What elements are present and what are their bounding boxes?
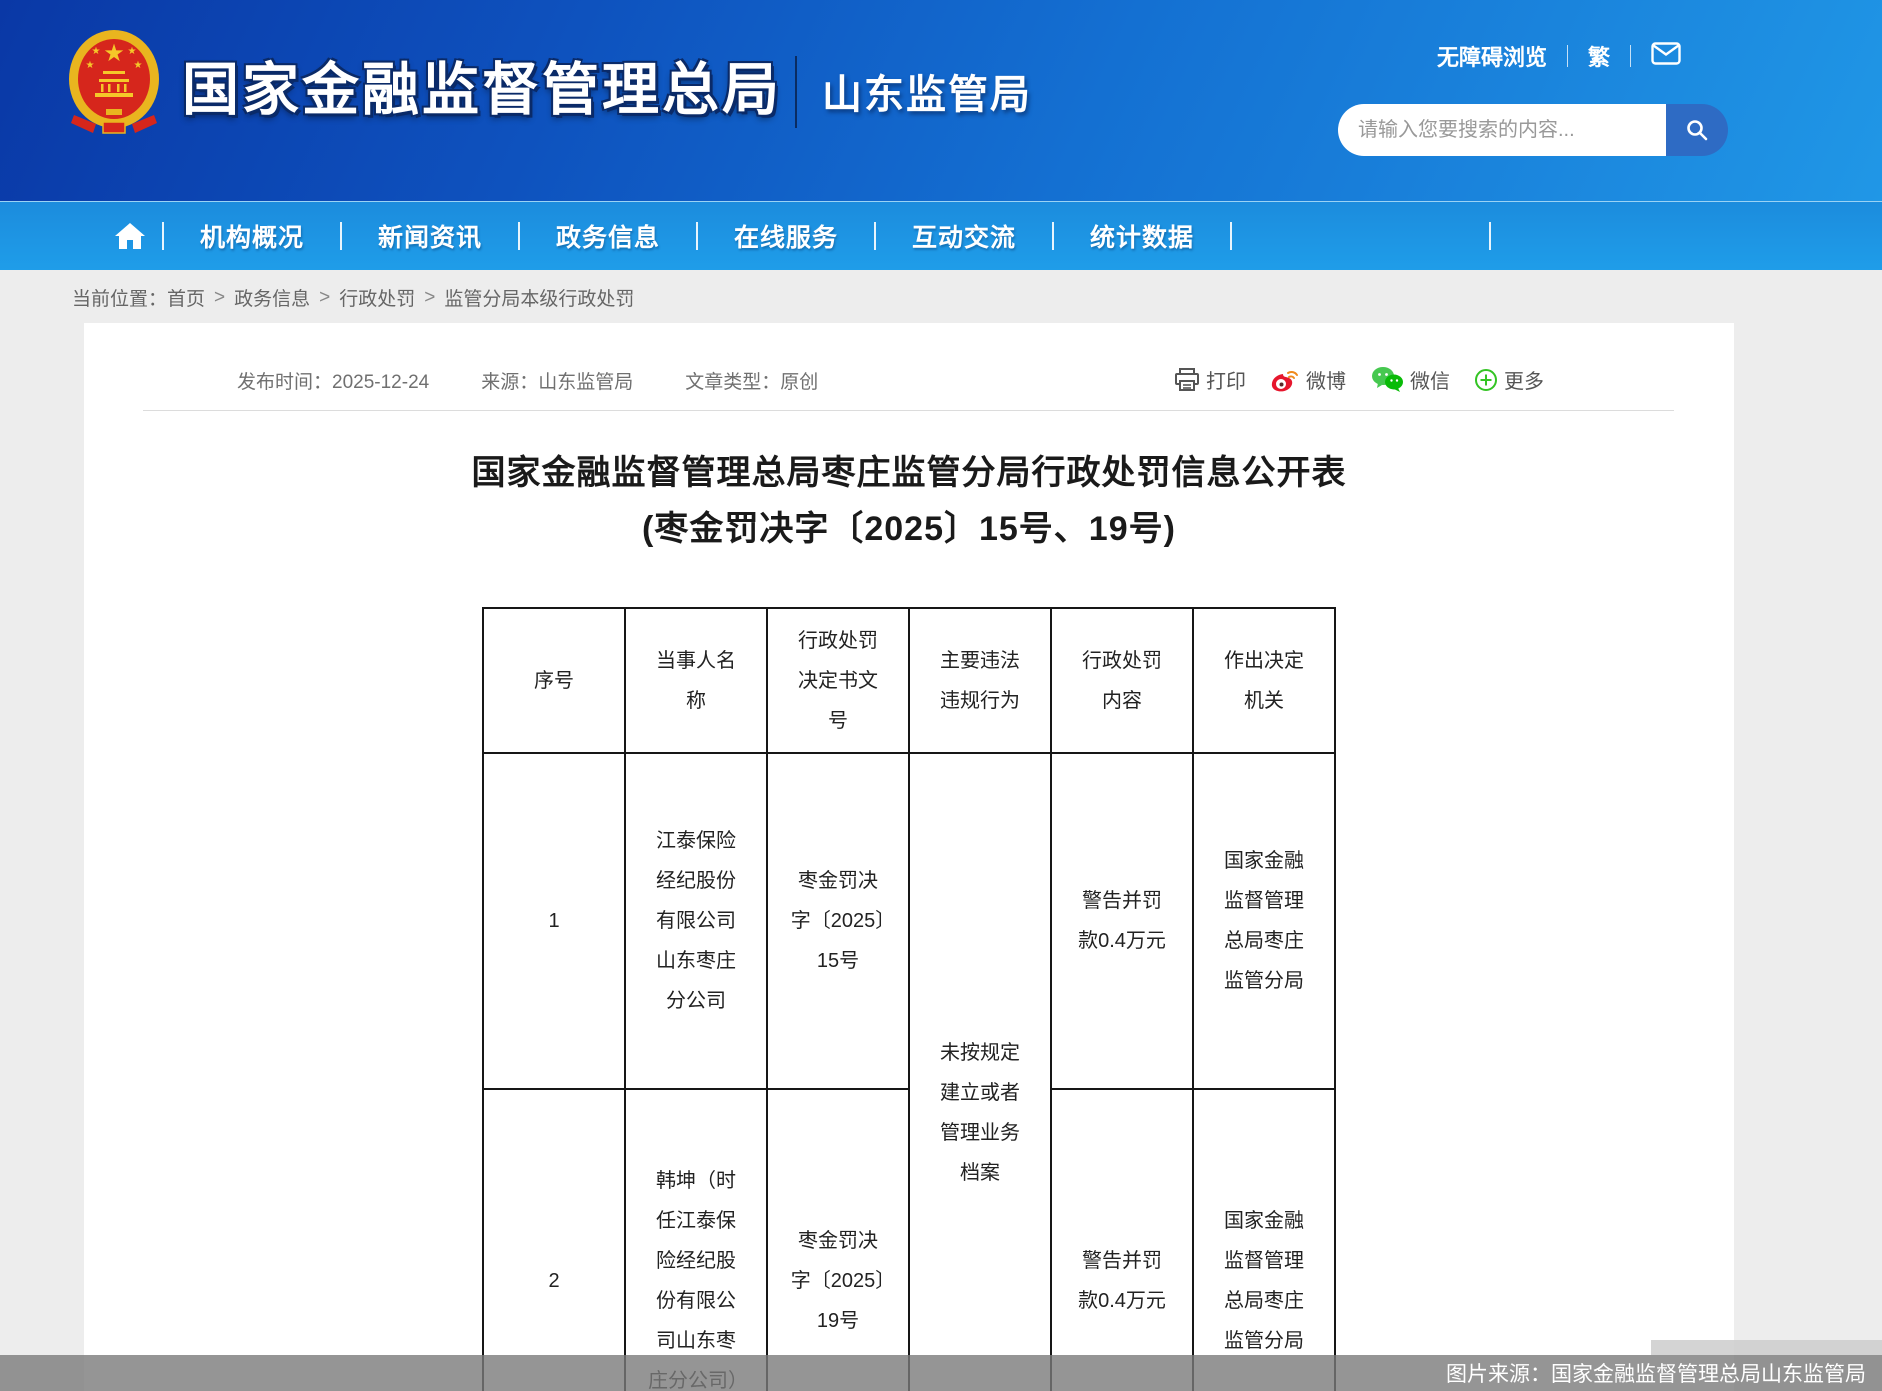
svg-text:★: ★	[134, 60, 143, 71]
header-doc-no: 行政处罚决定书文号	[767, 608, 909, 753]
topbar: 无障碍浏览 繁	[1437, 40, 1681, 72]
image-source-text: 图片来源：国家金融监督管理总局山东监管局	[1446, 1358, 1866, 1388]
breadcrumb: 当前位置： 首页 > 政务信息 > 行政处罚 > 监管分局本级行政处罚	[0, 270, 1882, 325]
cell-penalty: 警告并罚款0.4万元	[1051, 753, 1193, 1089]
svg-text:★: ★	[92, 46, 101, 57]
wechat-share-button[interactable]: 微信	[1370, 365, 1450, 394]
cell-party: 江泰保险经纪股份有限公司山东枣庄分公司	[625, 753, 767, 1089]
more-share-button[interactable]: 更多	[1474, 365, 1544, 394]
national-emblem-logo: ★ ★ ★ ★ ★	[66, 26, 162, 140]
search-bar	[1338, 104, 1728, 156]
home-icon	[114, 222, 146, 250]
content-panel: 发布时间：2025-12-24 来源：山东监管局 文章类型：原创 打印	[84, 323, 1734, 1391]
share-actions: 打印 微博	[1174, 365, 1544, 394]
breadcrumb-branch-penalty[interactable]: 监管分局本级行政处罚	[444, 284, 634, 311]
header-party: 当事人名称	[625, 608, 767, 753]
breadcrumb-home[interactable]: 首页	[167, 284, 205, 311]
document-title-line2: (枣金罚决字〔2025〕15号、19号)	[84, 501, 1734, 557]
weibo-share-button[interactable]: 微博	[1270, 365, 1346, 394]
search-icon	[1685, 118, 1709, 142]
breadcrumb-government-info[interactable]: 政务信息	[234, 284, 310, 311]
nav-item-statistics[interactable]: 统计数据	[1054, 218, 1230, 254]
mail-link[interactable]	[1651, 42, 1681, 71]
breadcrumb-separator: >	[214, 287, 225, 309]
article-type: 文章类型：原创	[685, 367, 818, 394]
weibo-icon	[1270, 367, 1300, 393]
site-header: ★ ★ ★ ★ ★ 国家金融监督管理总局 山东监管局 无障碍浏览 繁	[0, 0, 1882, 201]
cell-party: 韩坤（时任江泰保险经纪股份有限公司山东枣庄分公司）	[625, 1089, 767, 1391]
mail-icon	[1651, 42, 1681, 65]
cell-authority: 国家金融监督管理总局枣庄监管分局	[1193, 1089, 1335, 1391]
meta-divider-line	[143, 410, 1674, 411]
topbar-separator	[1630, 45, 1631, 67]
publish-date: 发布时间：2025-12-24	[237, 367, 429, 394]
cell-authority: 国家金融监督管理总局枣庄监管分局	[1193, 753, 1335, 1089]
nav-item-government-info[interactable]: 政务信息	[520, 218, 696, 254]
nav-item-online-service[interactable]: 在线服务	[698, 218, 874, 254]
table-row: 1 江泰保险经纪股份有限公司山东枣庄分公司 枣金罚决字〔2025〕15号 未按规…	[483, 753, 1335, 1089]
table-header-row: 序号 当事人名称 行政处罚决定书文号 主要违法违规行为 行政处罚内容 作出决定机…	[483, 608, 1335, 753]
nav-item-organization[interactable]: 机构概况	[164, 218, 340, 254]
traditional-chinese-link[interactable]: 繁	[1588, 40, 1610, 72]
cell-seq: 2	[483, 1089, 625, 1391]
wechat-icon	[1370, 366, 1404, 393]
breadcrumb-label: 当前位置：	[72, 284, 167, 311]
accessibility-link[interactable]: 无障碍浏览	[1437, 40, 1547, 72]
cell-doc-no: 枣金罚决字〔2025〕19号	[767, 1089, 909, 1391]
print-button[interactable]: 打印	[1174, 365, 1246, 394]
svg-text:★: ★	[128, 46, 137, 57]
breadcrumb-penalty[interactable]: 行政处罚	[339, 284, 415, 311]
article-source: 来源：山东监管局	[481, 367, 633, 394]
nav-separator	[1230, 222, 1232, 250]
svg-text:★: ★	[103, 40, 125, 67]
article-meta: 发布时间：2025-12-24 来源：山东监管局 文章类型：原创 打印	[84, 323, 1734, 394]
penalty-table: 序号 当事人名称 行政处罚决定书文号 主要违法违规行为 行政处罚内容 作出决定机…	[482, 607, 1336, 1391]
printer-icon	[1174, 368, 1200, 392]
cell-seq: 1	[483, 753, 625, 1089]
header-authority: 作出决定机关	[1193, 608, 1335, 753]
document-title-line1: 国家金融监督管理总局枣庄监管分局行政处罚信息公开表	[84, 445, 1734, 501]
cell-penalty: 警告并罚款0.4万元	[1051, 1089, 1193, 1391]
nav-item-news[interactable]: 新闻资讯	[342, 218, 518, 254]
header-seq: 序号	[483, 608, 625, 753]
nav-home[interactable]	[98, 222, 162, 250]
cell-violation-merged: 未按规定建立或者管理业务档案	[909, 753, 1051, 1391]
header-violation: 主要违法违规行为	[909, 608, 1051, 753]
site-title: 国家金融监督管理总局	[182, 44, 782, 126]
nav-separator	[1489, 222, 1491, 250]
svg-text:★: ★	[86, 60, 95, 71]
watermark-corner	[1651, 1340, 1882, 1355]
topbar-separator	[1567, 45, 1568, 67]
header-penalty: 行政处罚内容	[1051, 608, 1193, 753]
main-nav: 机构概况 新闻资讯 政务信息 在线服务 互动交流 统计数据	[0, 201, 1882, 270]
nav-item-interaction[interactable]: 互动交流	[876, 218, 1052, 254]
bureau-name: 山东监管局	[822, 62, 1032, 120]
breadcrumb-separator: >	[319, 287, 330, 309]
watermark-bar: 图片来源：国家金融监督管理总局山东监管局	[0, 1355, 1882, 1391]
search-input[interactable]	[1338, 104, 1666, 156]
plus-circle-icon	[1474, 368, 1498, 392]
cell-doc-no: 枣金罚决字〔2025〕15号	[767, 753, 909, 1089]
document-title: 国家金融监督管理总局枣庄监管分局行政处罚信息公开表 (枣金罚决字〔2025〕15…	[84, 445, 1734, 557]
breadcrumb-separator: >	[424, 287, 435, 309]
header-divider	[795, 56, 797, 128]
search-button[interactable]	[1666, 104, 1728, 156]
